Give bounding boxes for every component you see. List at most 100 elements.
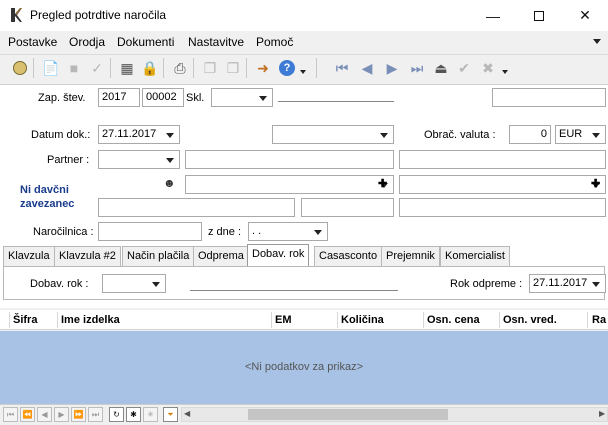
menu-nastavitve[interactable]: Nastavitve xyxy=(188,35,244,49)
valuta-label: Obrač. valuta : xyxy=(424,129,496,141)
address-line-input-2[interactable] xyxy=(399,198,606,217)
menu-postavke[interactable]: Postavke xyxy=(8,35,57,49)
nav-last-page-icon[interactable]: ⏭ xyxy=(88,407,103,422)
dobav-rok-label: Dobav. rok : xyxy=(30,278,89,290)
column-em[interactable]: EM xyxy=(275,314,292,326)
nav-first-page-icon[interactable]: ⏮ xyxy=(3,407,18,422)
rok-odpreme-dropdown[interactable]: 27.11.2017 xyxy=(529,274,606,293)
new-document-icon[interactable]: 📄 xyxy=(40,57,62,79)
zap-number-input[interactable]: 00002 xyxy=(142,88,184,107)
previous-record-icon[interactable]: ◀ xyxy=(356,57,378,79)
top-right-input[interactable] xyxy=(492,88,606,107)
tab-casasconto[interactable]: Casasconto xyxy=(314,246,383,266)
help-dropdown-icon[interactable] xyxy=(300,70,306,74)
currency-dropdown[interactable]: EUR xyxy=(555,125,606,144)
exit-icon[interactable]: ➜ xyxy=(252,57,274,79)
confirm-icon[interactable]: ✔ xyxy=(453,57,475,79)
column-sifra[interactable]: Šifra xyxy=(13,314,37,326)
print-icon[interactable]: ⎙ xyxy=(169,57,191,79)
skl-description xyxy=(278,101,394,102)
narocilnica-input[interactable] xyxy=(98,222,202,241)
column-separator xyxy=(9,312,10,328)
tab-nacin-placila[interactable]: Način plačila xyxy=(122,246,195,266)
tab-klavzula[interactable]: Klavzula xyxy=(3,246,55,266)
datum-dropdown[interactable]: 27.11.2017 xyxy=(98,125,180,144)
nav-filter-icon[interactable]: ⏷ xyxy=(163,407,178,422)
narocilnica-label: Naročilnica : xyxy=(33,226,94,238)
z-dne-dropdown[interactable]: . . xyxy=(248,222,328,241)
user-swap-icon[interactable]: ☻ xyxy=(163,176,176,190)
column-osn-vred[interactable]: Osn. vred. xyxy=(503,314,557,326)
nav-next-icon[interactable]: ▶ xyxy=(54,407,69,422)
column-ime-izdelka[interactable]: Ime izdelka xyxy=(61,314,120,326)
menu-dokumenti[interactable]: Dokumenti xyxy=(117,35,174,49)
nav-next-page-icon[interactable]: ⏩ xyxy=(71,407,86,422)
tab-odprema[interactable]: Odprema xyxy=(193,246,249,266)
edit-icon[interactable]: ✓ xyxy=(86,57,108,79)
column-separator xyxy=(57,312,58,328)
zap-year-input[interactable]: 2017 xyxy=(98,88,140,107)
close-icon[interactable]: ✕ xyxy=(562,0,608,31)
address-dropdown[interactable] xyxy=(185,175,394,194)
nav-previous-icon[interactable]: ◀ xyxy=(37,407,52,422)
menu-overflow-icon[interactable] xyxy=(593,39,601,44)
cancel-icon[interactable]: ✖ xyxy=(477,57,499,79)
address-line-input[interactable] xyxy=(98,198,295,217)
lock-icon[interactable]: 🔒 xyxy=(139,57,161,79)
zap-label: Zap. štev. xyxy=(38,92,86,104)
tab-klavzula-2[interactable]: Klavzula #2 xyxy=(54,246,121,266)
column-osn-cena[interactable]: Osn. cena xyxy=(427,314,480,326)
last-record-icon[interactable]: ⏭ xyxy=(406,57,428,79)
nav-insert-icon[interactable]: ✱ xyxy=(126,407,141,422)
paste-icon[interactable]: ❐ xyxy=(222,57,244,79)
tab-dobav-rok[interactable]: Dobav. rok xyxy=(247,244,310,267)
menu-pomoc[interactable]: Pomoč xyxy=(256,35,293,49)
scrollbar-thumb[interactable] xyxy=(248,409,448,420)
datum-label: Datum dok.: xyxy=(31,129,91,141)
toolbar-overflow-icon[interactable] xyxy=(502,70,508,74)
app-logo-icon xyxy=(11,8,22,22)
nav-refresh-icon[interactable]: ↻ xyxy=(109,407,124,422)
postal-input[interactable] xyxy=(301,198,394,217)
toolbar-separator xyxy=(316,58,317,78)
eject-icon[interactable]: ⏏ xyxy=(430,57,452,79)
tab-prejemnik[interactable]: Prejemnik xyxy=(381,246,440,266)
dobav-rok-description xyxy=(190,290,398,291)
save-icon[interactable]: ■ xyxy=(63,57,85,79)
add-address-icon[interactable]: ✚ xyxy=(378,177,387,190)
empty-grid-message: <Ni podatkov za prikaz> xyxy=(244,361,363,373)
menu-orodja[interactable]: Orodja xyxy=(69,35,105,49)
tab-komercialist[interactable]: Komercialist xyxy=(440,246,510,266)
first-record-icon[interactable]: ⏮ xyxy=(331,57,353,79)
partner-dropdown[interactable] xyxy=(98,150,180,169)
window-title: Pregled potrdtive naročila xyxy=(30,8,167,22)
next-record-icon[interactable]: ▶ xyxy=(381,57,403,79)
partner-extra-input[interactable] xyxy=(399,150,606,169)
calculator-icon[interactable]: ▦ xyxy=(116,57,138,79)
skl-dropdown[interactable] xyxy=(211,88,273,107)
toolbar-separator xyxy=(33,58,34,78)
column-separator xyxy=(271,312,272,328)
partner-name-input[interactable] xyxy=(185,150,394,169)
column-kolicina[interactable]: Količina xyxy=(341,314,384,326)
scroll-right-icon[interactable]: ▶ xyxy=(599,409,605,418)
maximize-icon[interactable] xyxy=(516,0,562,31)
column-ra[interactable]: Ra xyxy=(592,314,606,326)
address-dropdown-2[interactable] xyxy=(399,175,606,194)
column-separator xyxy=(587,312,588,328)
partner-label: Partner : xyxy=(47,154,90,166)
toolbar-separator xyxy=(163,58,164,78)
help-icon[interactable]: ? xyxy=(276,57,298,79)
toolbar-separator xyxy=(110,58,111,78)
refresh-icon[interactable] xyxy=(9,57,31,79)
add-address-icon-2[interactable]: ✚ xyxy=(591,177,600,190)
valuta-amount-input[interactable]: 0 xyxy=(509,125,551,144)
copy-icon[interactable]: ❐ xyxy=(199,57,221,79)
scroll-left-icon[interactable]: ◀ xyxy=(184,409,190,418)
dobav-rok-dropdown[interactable] xyxy=(102,274,166,293)
nav-delete-icon[interactable]: ✳ xyxy=(143,407,158,422)
nav-previous-page-icon[interactable]: ⏪ xyxy=(20,407,35,422)
minimize-icon[interactable]: — xyxy=(470,0,516,31)
toolbar-separator xyxy=(246,58,247,78)
document-type-dropdown[interactable] xyxy=(272,125,394,144)
